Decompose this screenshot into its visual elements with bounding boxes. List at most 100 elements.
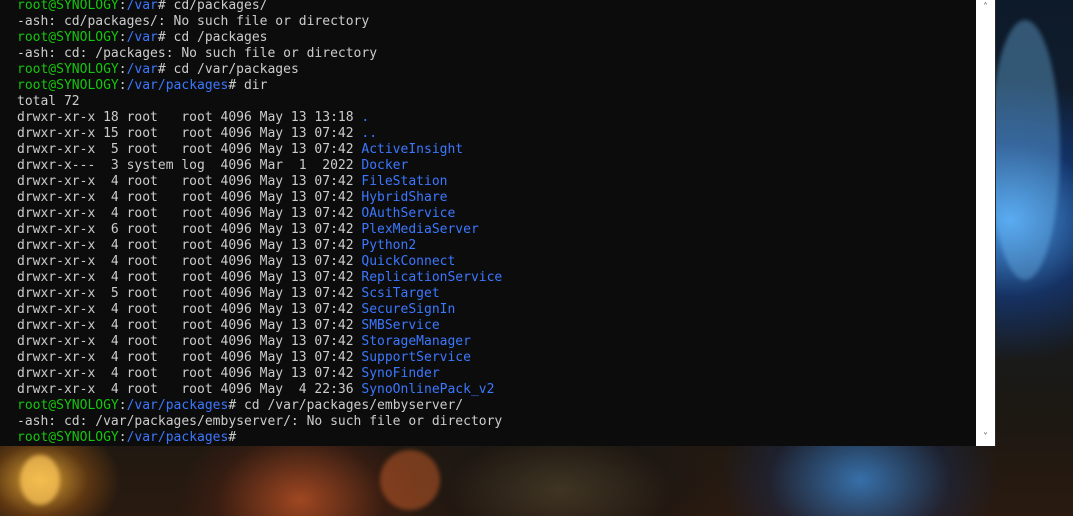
- directory-name: ActiveInsight: [361, 142, 464, 157]
- prompt-symbol: #: [157, 30, 174, 45]
- output-text: -ash: cd: /packages: No such file or dir…: [17, 46, 378, 61]
- directory-name: PlexMediaServer: [361, 222, 479, 237]
- listing-row: drwxr-xr-x 4 root root 4096 May 4 22:36 …: [17, 382, 975, 398]
- listing-row: drwxr-xr-x 4 root root 4096 May 13 07:42…: [17, 366, 975, 382]
- directory-name: SupportService: [361, 350, 471, 365]
- listing-row: drwxr-xr-x 4 root root 4096 May 13 07:42…: [17, 190, 975, 206]
- output-text: total 72: [17, 94, 80, 109]
- prompt-path: /var/packages: [126, 78, 229, 93]
- listing-meta: drwxr-xr-x 5 root root 4096 May 13 07:42: [17, 142, 362, 157]
- directory-name: HybridShare: [361, 190, 448, 205]
- terminal-window[interactable]: root@SYNOLOGY:/var# cd/packages/-ash: cd…: [0, 0, 996, 446]
- listing-row: drwxr-xr-x 15 root root 4096 May 13 07:4…: [17, 126, 975, 142]
- listing-meta: drwxr-xr-x 4 root root 4096 May 13 07:42: [17, 302, 362, 317]
- listing-row: drwxr-x--- 3 system log 4096 Mar 1 2022 …: [17, 158, 975, 174]
- output-line: -ash: cd: /packages: No such file or dir…: [17, 46, 975, 62]
- directory-name: ..: [361, 126, 378, 141]
- prompt-user: root@SYNOLOGY: [17, 0, 119, 13]
- prompt-path: /var/packages: [126, 430, 229, 445]
- prompt-user: root@SYNOLOGY: [17, 430, 119, 445]
- prompt-line: root@SYNOLOGY:/var# cd /packages: [17, 30, 975, 46]
- prompt-symbol: #: [157, 62, 174, 77]
- prompt-path: /var: [126, 62, 158, 77]
- prompt-separator: :: [118, 430, 127, 445]
- scroll-up-icon[interactable]: ˄: [976, 0, 995, 16]
- listing-row: drwxr-xr-x 4 root root 4096 May 13 07:42…: [17, 334, 975, 350]
- prompt-separator: :: [118, 78, 127, 93]
- prompt-separator: :: [118, 62, 127, 77]
- listing-meta: drwxr-xr-x 6 root root 4096 May 13 07:42: [17, 222, 362, 237]
- listing-row: drwxr-xr-x 4 root root 4096 May 13 07:42…: [17, 270, 975, 286]
- terminal-scrollbar[interactable]: ˄ ˅: [976, 0, 995, 446]
- directory-name: OAuthService: [361, 206, 456, 221]
- listing-meta: drwxr-x--- 3 system log 4096 Mar 1 2022: [17, 158, 362, 173]
- terminal-output[interactable]: root@SYNOLOGY:/var# cd/packages/-ash: cd…: [17, 0, 975, 446]
- listing-meta: drwxr-xr-x 4 root root 4096 May 4 22:36: [17, 382, 362, 397]
- command-text: dir: [243, 78, 268, 93]
- directory-name: .: [361, 110, 370, 125]
- directory-name: ReplicationService: [361, 270, 503, 285]
- prompt-symbol: #: [228, 398, 244, 413]
- listing-meta: drwxr-xr-x 4 root root 4096 May 13 07:42: [17, 366, 362, 381]
- listing-row: drwxr-xr-x 18 root root 4096 May 13 13:1…: [17, 110, 975, 126]
- listing-meta: drwxr-xr-x 18 root root 4096 May 13 13:1…: [17, 110, 362, 125]
- prompt-line: root@SYNOLOGY:/var/packages# cd /var/pac…: [17, 398, 975, 414]
- directory-name: StorageManager: [361, 334, 471, 349]
- command-text: cd /var/packages/embyserver/: [243, 398, 464, 413]
- prompt-symbol: #: [157, 0, 174, 13]
- prompt-user: root@SYNOLOGY: [17, 78, 119, 93]
- directory-name: Python2: [361, 238, 417, 253]
- directory-name: ScsiTarget: [361, 286, 440, 301]
- prompt-line: root@SYNOLOGY:/var# cd/packages/: [17, 0, 975, 14]
- listing-row: drwxr-xr-x 4 root root 4096 May 13 07:42…: [17, 174, 975, 190]
- prompt-separator: :: [118, 0, 127, 13]
- prompt-line: root@SYNOLOGY:/var/packages# dir: [17, 78, 975, 94]
- directory-name: SynoOnlinePack_v2: [361, 382, 495, 397]
- listing-meta: drwxr-xr-x 5 root root 4096 May 13 07:42: [17, 286, 362, 301]
- listing-row: drwxr-xr-x 4 root root 4096 May 13 07:42…: [17, 350, 975, 366]
- prompt-user: root@SYNOLOGY: [17, 62, 119, 77]
- directory-name: SMBService: [361, 318, 440, 333]
- listing-meta: drwxr-xr-x 4 root root 4096 May 13 07:42: [17, 206, 362, 221]
- prompt-user: root@SYNOLOGY: [17, 30, 119, 45]
- wallpaper-lantern: [20, 455, 60, 505]
- prompt-line: root@SYNOLOGY:/var/packages#: [17, 430, 975, 446]
- prompt-symbol: #: [228, 78, 244, 93]
- wallpaper-detail: [380, 450, 440, 510]
- output-line: total 72: [17, 94, 975, 110]
- listing-meta: drwxr-xr-x 15 root root 4096 May 13 07:4…: [17, 126, 362, 141]
- prompt-user: root@SYNOLOGY: [17, 398, 119, 413]
- command-text: cd/packages/: [173, 0, 268, 13]
- output-line: -ash: cd: /var/packages/embyserver/: No …: [17, 414, 975, 430]
- listing-row: drwxr-xr-x 4 root root 4096 May 13 07:42…: [17, 302, 975, 318]
- prompt-path: /var: [126, 30, 158, 45]
- command-text: cd /var/packages: [173, 62, 299, 77]
- prompt-path: /var: [126, 0, 158, 13]
- wallpaper-highlight: [990, 20, 1060, 280]
- listing-meta: drwxr-xr-x 4 root root 4096 May 13 07:42: [17, 254, 362, 269]
- output-text: -ash: cd: /var/packages/embyserver/: No …: [17, 414, 503, 429]
- listing-row: drwxr-xr-x 5 root root 4096 May 13 07:42…: [17, 286, 975, 302]
- directory-name: QuickConnect: [361, 254, 456, 269]
- prompt-path: /var/packages: [126, 398, 229, 413]
- directory-name: Docker: [361, 158, 409, 173]
- directory-name: FileStation: [361, 174, 448, 189]
- prompt-symbol: #: [228, 430, 237, 445]
- listing-row: drwxr-xr-x 6 root root 4096 May 13 07:42…: [17, 222, 975, 238]
- output-text: -ash: cd/packages/: No such file or dire…: [17, 14, 370, 29]
- listing-meta: drwxr-xr-x 4 root root 4096 May 13 07:42: [17, 174, 362, 189]
- listing-row: drwxr-xr-x 4 root root 4096 May 13 07:42…: [17, 238, 975, 254]
- listing-meta: drwxr-xr-x 4 root root 4096 May 13 07:42: [17, 238, 362, 253]
- command-text: cd /packages: [173, 30, 268, 45]
- listing-row: drwxr-xr-x 4 root root 4096 May 13 07:42…: [17, 318, 975, 334]
- listing-meta: drwxr-xr-x 4 root root 4096 May 13 07:42: [17, 334, 362, 349]
- listing-row: drwxr-xr-x 5 root root 4096 May 13 07:42…: [17, 142, 975, 158]
- scrollbar-thumb[interactable]: [980, 2, 991, 422]
- prompt-separator: :: [118, 398, 127, 413]
- prompt-line: root@SYNOLOGY:/var# cd /var/packages: [17, 62, 975, 78]
- listing-meta: drwxr-xr-x 4 root root 4096 May 13 07:42: [17, 350, 362, 365]
- listing-meta: drwxr-xr-x 4 root root 4096 May 13 07:42: [17, 318, 362, 333]
- output-line: -ash: cd/packages/: No such file or dire…: [17, 14, 975, 30]
- directory-name: SynoFinder: [361, 366, 440, 381]
- scroll-down-icon[interactable]: ˅: [976, 430, 995, 446]
